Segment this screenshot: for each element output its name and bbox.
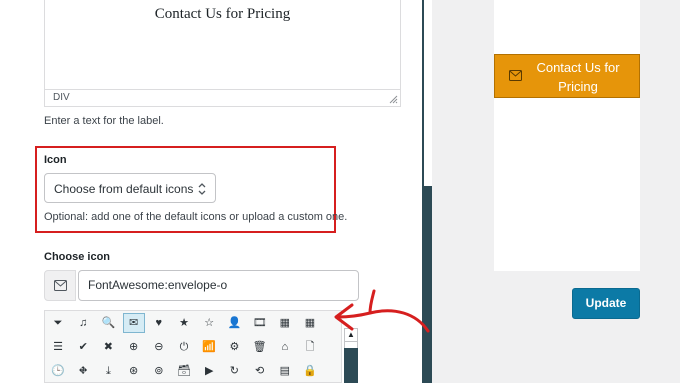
label-text-editor[interactable]: Contact Us for Pricing DIV (44, 0, 401, 107)
heart-icon[interactable]: ♥ (148, 313, 170, 333)
envelope-o-icon[interactable]: ✉ (122, 313, 145, 333)
icon-grid-scroll-thumb[interactable] (344, 348, 358, 383)
th-list-icon[interactable]: ☰ (47, 337, 69, 357)
annotation-arrow-icon (334, 289, 430, 333)
envelope-icon (54, 280, 67, 291)
label-editor-text[interactable]: Contact Us for Pricing (45, 6, 400, 23)
play-circle-o-icon[interactable]: ▶ (198, 361, 220, 381)
refresh-icon[interactable]: ⟲ (249, 361, 271, 381)
trash-o-icon[interactable]: 🗑 (249, 337, 271, 357)
arrow-circle-o-down-icon[interactable]: ⊛ (123, 361, 145, 381)
user-icon[interactable]: 👤 (223, 313, 245, 333)
envelope-icon (509, 70, 522, 81)
repeat-icon[interactable]: ↻ (223, 361, 245, 381)
home-icon[interactable]: ⌂ (274, 337, 296, 357)
icon-help-text: Optional: add one of the default icons o… (44, 211, 348, 223)
icon-source-value: Choose from default icons (54, 182, 194, 196)
chevron-up-down-icon (198, 183, 206, 195)
preview-card (494, 0, 640, 271)
check-icon[interactable]: ✔ (72, 337, 94, 357)
th-large-icon[interactable]: ▦ (274, 313, 296, 333)
clock-o-icon[interactable]: 🕒 (47, 361, 69, 381)
th-icon[interactable]: ▦ (299, 313, 321, 333)
download-icon[interactable]: ⤓ (97, 361, 119, 381)
lock-icon[interactable]: 🔒 (299, 361, 321, 381)
icon-source-select[interactable]: Choose from default icons (44, 173, 216, 203)
music-icon[interactable]: ♫ (72, 313, 94, 333)
arrow-circle-o-up-icon[interactable]: ⊚ (148, 361, 170, 381)
list-alt-icon[interactable]: ▤ (274, 361, 296, 381)
star-o-icon[interactable]: ☆ (198, 313, 220, 333)
contact-pricing-preview-button[interactable]: Contact Us for Pricing (494, 54, 640, 98)
signal-icon[interactable]: 📶 (198, 337, 220, 357)
file-o-icon[interactable]: 🗋 (299, 337, 321, 357)
cog-icon[interactable]: ⚙ (223, 337, 245, 357)
star-icon[interactable]: ★ (173, 313, 195, 333)
filter-icon[interactable]: ⏷ (47, 313, 69, 333)
inbox-icon[interactable]: 🗃 (173, 361, 195, 381)
search-minus-icon[interactable]: ⊖ (148, 337, 170, 357)
choose-icon-title: Choose icon (44, 251, 111, 263)
times-icon[interactable]: ✖ (97, 337, 119, 357)
selected-icon-preview (44, 270, 76, 301)
icon-picker-grid: ⏷ ♫ 🔍 ✉ ♥ ★ ☆ 👤 🎞 ▦ ▦ ☰ ✔ ✖ ⊕ ⊖ ⏻ 📶 ⚙ 🗑 ⌂ 🗋 🕒 ⛖ ⤓ ⊛ ⊚ 🗃 ▶ ↻ ⟲ ▤ 🔒 (44, 310, 342, 383)
label-help-text: Enter a text for the label. (44, 115, 164, 127)
element-path: DIV (45, 89, 400, 106)
search-plus-icon[interactable]: ⊕ (123, 337, 145, 357)
icon-section-title: Icon (44, 154, 67, 166)
film-icon[interactable]: 🎞 (249, 313, 271, 333)
update-button[interactable]: Update (572, 288, 640, 319)
search-icon[interactable]: 🔍 (97, 313, 119, 333)
power-off-icon[interactable]: ⏻ (173, 337, 195, 357)
icon-name-input[interactable]: FontAwesome:envelope-o (78, 270, 359, 301)
road-icon[interactable]: ⛖ (72, 361, 94, 381)
resize-handle-icon[interactable] (388, 94, 398, 104)
